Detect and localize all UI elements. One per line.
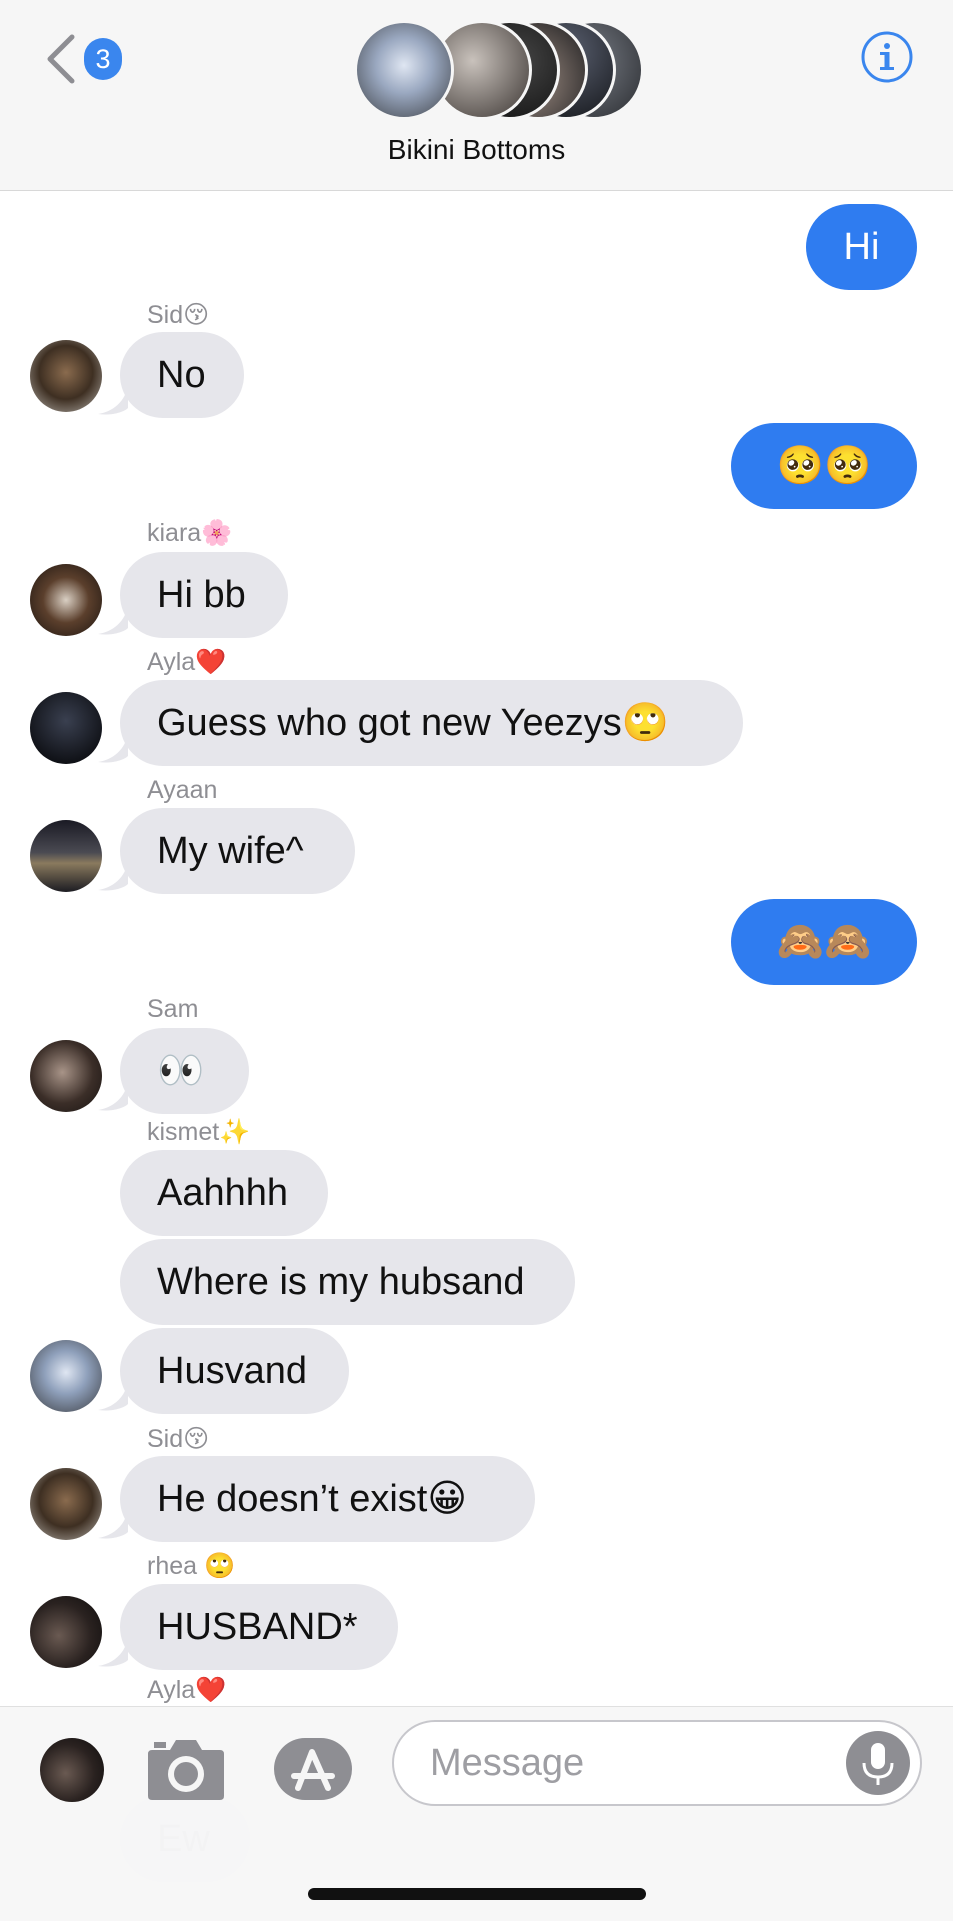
app-store-icon[interactable]: [272, 1736, 356, 1802]
avatar[interactable]: [30, 692, 102, 764]
chevron-left-icon: [47, 34, 75, 84]
sender-name: Sid😚: [147, 1425, 210, 1453]
message-bubble-incoming[interactable]: HUSBAND*: [120, 1584, 398, 1670]
message-bubble-incoming[interactable]: He doesn’t exist😀: [120, 1456, 535, 1542]
avatar[interactable]: [30, 1340, 102, 1412]
sender-name: rhea 🙄: [147, 1552, 236, 1580]
group-avatar-stack[interactable]: [354, 20, 654, 124]
sender-name: kiara🌸: [147, 519, 233, 547]
message-bubble-incoming[interactable]: Husvand: [120, 1328, 349, 1414]
message-bubble-incoming[interactable]: 👀: [120, 1028, 249, 1114]
home-indicator[interactable]: [308, 1888, 646, 1900]
message-bubble-incoming[interactable]: Where is my hubsand: [120, 1239, 575, 1325]
back-button[interactable]: 3: [44, 30, 134, 88]
avatar[interactable]: [30, 564, 102, 636]
message-bubble-incoming[interactable]: Hi bb: [120, 552, 288, 638]
message-bubble-incoming[interactable]: Aahhhh: [120, 1150, 328, 1236]
avatar[interactable]: [30, 820, 102, 892]
avatar[interactable]: [30, 1040, 102, 1112]
sender-name: Ayaan: [147, 776, 218, 804]
group-name[interactable]: Bikini Bottoms: [0, 134, 953, 166]
sender-name: Ayla❤️: [147, 1676, 227, 1704]
conversation-header: 3 Bikini Bottoms: [0, 0, 953, 191]
message-bubble-incoming[interactable]: No: [120, 332, 244, 418]
message-placeholder: Message: [430, 1742, 585, 1784]
dictation-button[interactable]: [846, 1731, 910, 1795]
sender-name: Ayla❤️: [147, 648, 227, 676]
sender-name: kismet✨: [147, 1118, 251, 1146]
info-icon: [861, 31, 913, 83]
sender-name: Sid😚: [147, 301, 210, 329]
avatar[interactable]: [30, 1468, 102, 1540]
message-bubble-incoming[interactable]: Guess who got new Yeezys🙄: [120, 680, 743, 766]
microphone-icon: [862, 1743, 894, 1785]
message-bubble-outgoing[interactable]: Hi: [806, 204, 917, 290]
message-bubble-incoming[interactable]: My wife^: [120, 808, 355, 894]
info-button[interactable]: [860, 30, 914, 84]
avatar[interactable]: [30, 340, 102, 412]
avatar[interactable]: [30, 1596, 102, 1668]
sender-name: Sam: [147, 995, 199, 1023]
message-input[interactable]: Message: [392, 1720, 922, 1806]
unread-badge: 3: [84, 38, 122, 80]
message-bubble-outgoing[interactable]: 🙈🙈: [731, 899, 917, 985]
message-bubble-outgoing[interactable]: 🥺🥺: [731, 423, 917, 509]
memoji-button[interactable]: [40, 1738, 104, 1802]
camera-icon[interactable]: [146, 1736, 226, 1802]
avatar: [354, 20, 454, 120]
